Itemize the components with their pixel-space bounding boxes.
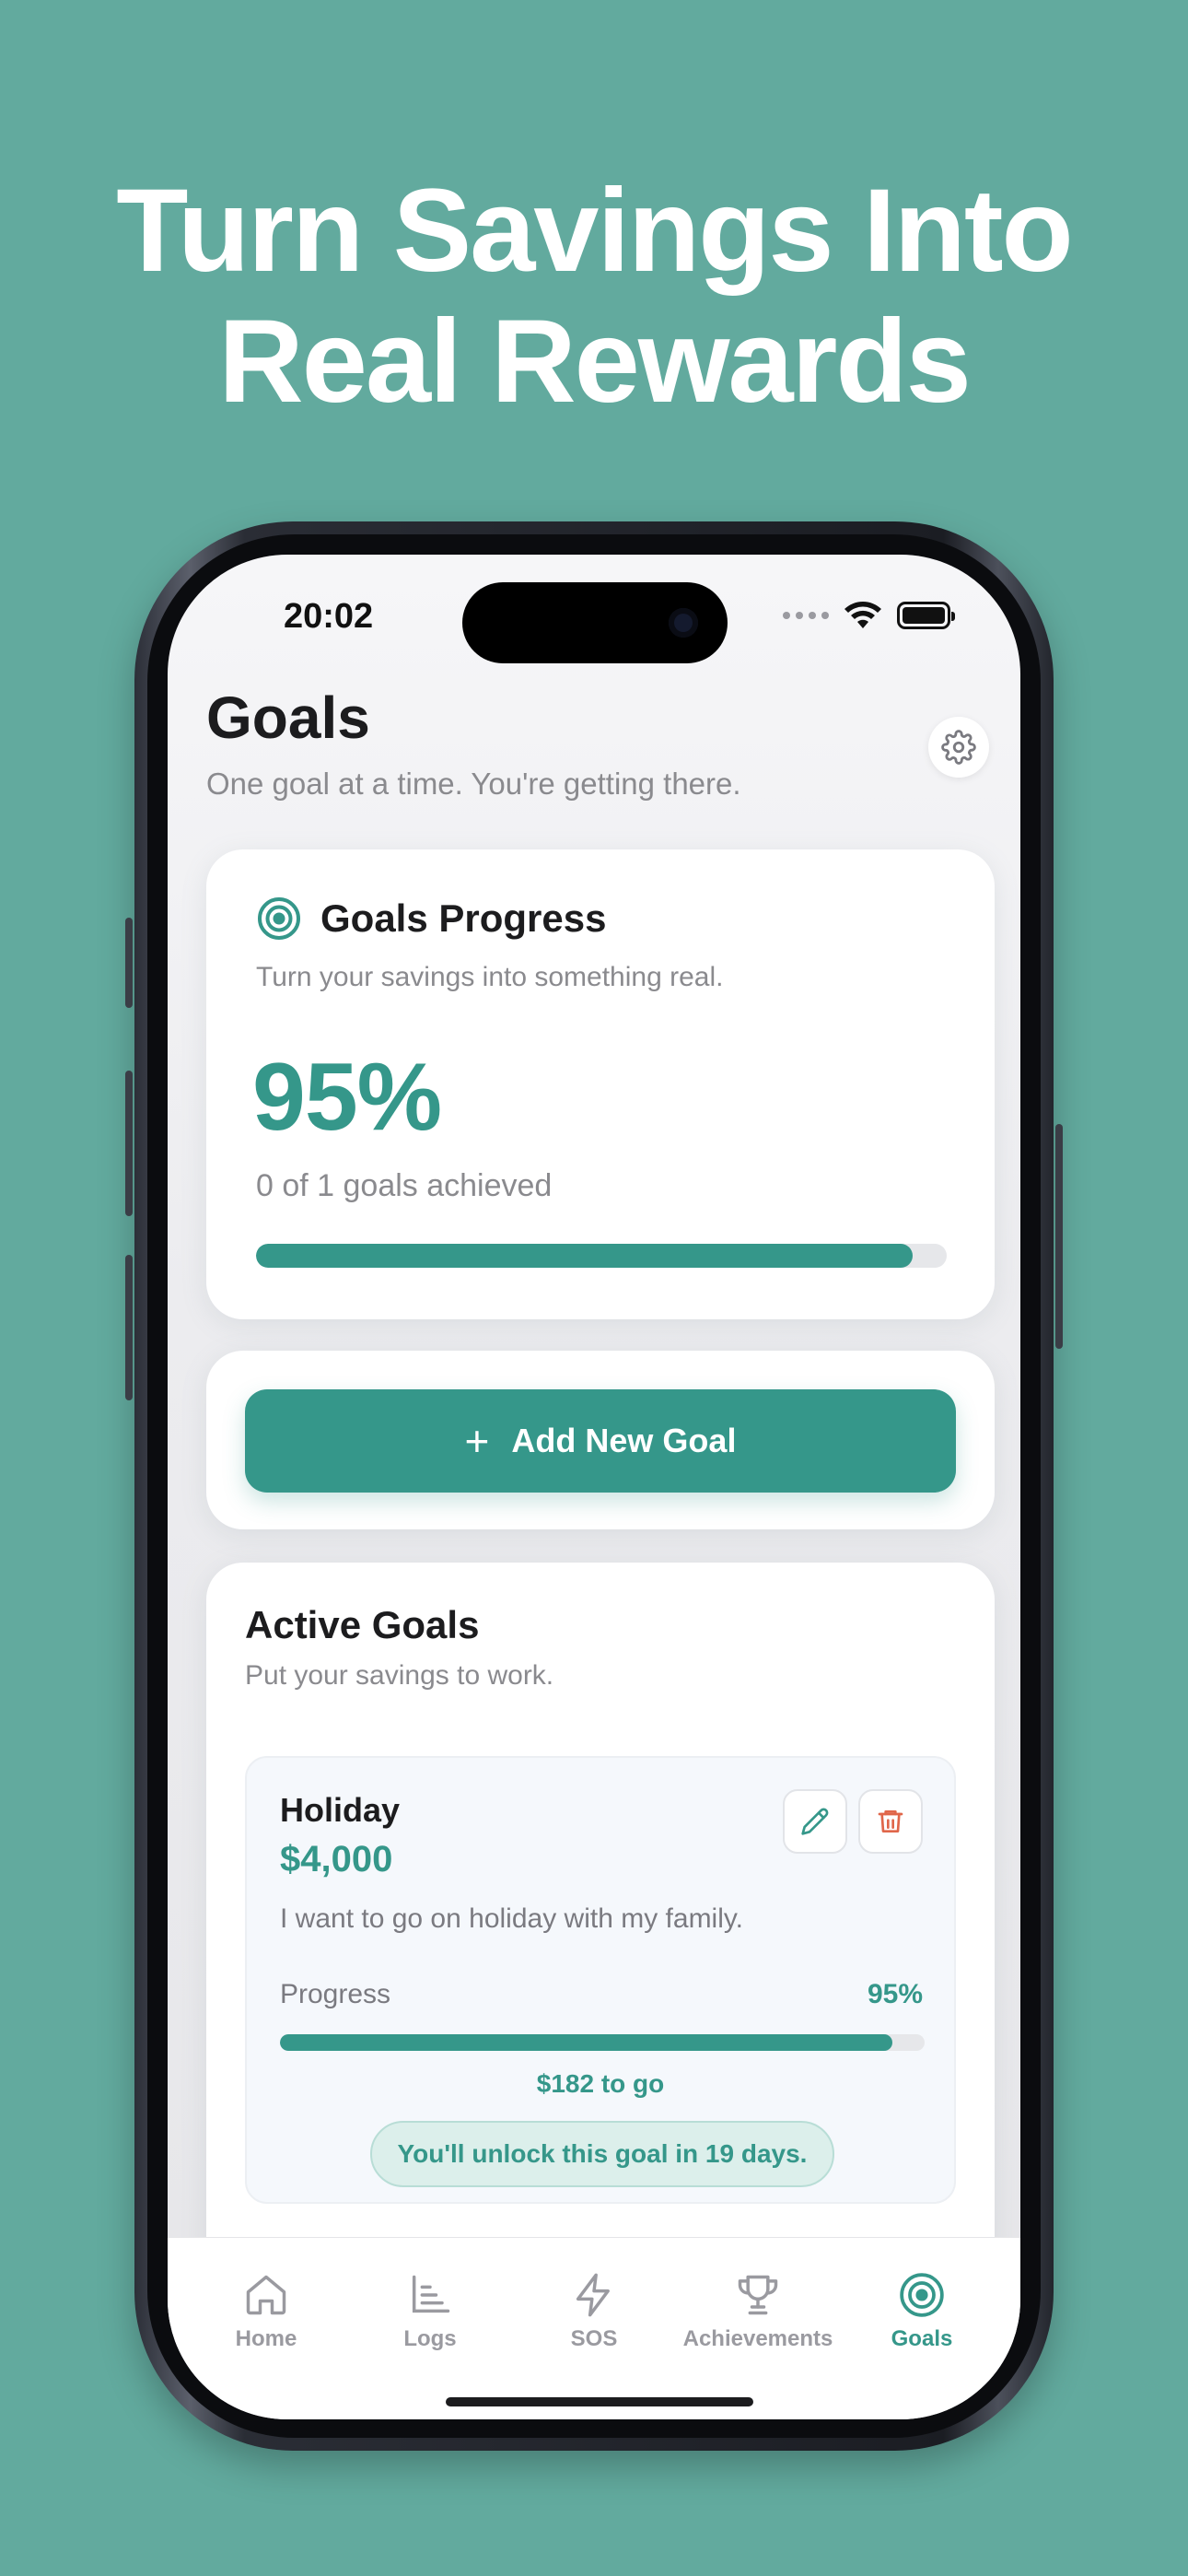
phone-screen: 20:02 Goals One goal at a time. You're g… bbox=[168, 555, 1020, 2419]
goal-progress-bar-fill bbox=[280, 2034, 892, 2051]
goals-progress-bar bbox=[256, 1244, 947, 1268]
plus-icon: + bbox=[464, 1417, 490, 1465]
headline-line-1: Turn Savings Into bbox=[116, 165, 1073, 297]
tab-logs[interactable]: Logs bbox=[348, 2238, 512, 2419]
settings-button[interactable] bbox=[928, 717, 989, 778]
dynamic-island bbox=[462, 582, 728, 663]
status-time: 20:02 bbox=[284, 597, 374, 636]
target-icon bbox=[900, 2273, 944, 2317]
headline-line-2: Real Rewards bbox=[218, 296, 972, 427]
add-new-goal-label: Add New Goal bbox=[511, 1422, 737, 1459]
pencil-icon bbox=[801, 1808, 829, 1835]
volume-down-button bbox=[125, 1255, 133, 1400]
goals-progress-bar-fill bbox=[256, 1244, 913, 1268]
page-title: Goals bbox=[206, 685, 370, 751]
tab-logs-label: Logs bbox=[403, 2326, 457, 2351]
goals-progress-subtitle: Turn your savings into something real. bbox=[256, 962, 724, 992]
goal-item[interactable]: Holiday $4,000 I want to go on holiday w… bbox=[245, 1756, 956, 2204]
chart-icon bbox=[412, 2275, 450, 2313]
edit-goal-button[interactable] bbox=[783, 1789, 847, 1854]
tab-sos[interactable]: SOS bbox=[512, 2238, 676, 2419]
goals-progress-header: Goals Progress bbox=[256, 896, 606, 942]
goal-unlock-badge: You'll unlock this goal in 19 days. bbox=[370, 2121, 834, 2187]
goals-progress-percent: 95% bbox=[252, 1044, 442, 1151]
delete-goal-button[interactable] bbox=[858, 1789, 923, 1854]
action-button bbox=[125, 918, 133, 1008]
signal-icon bbox=[783, 612, 829, 619]
goal-progress-value: 95% bbox=[867, 1979, 923, 2009]
goals-achieved-count: 0 of 1 goals achieved bbox=[256, 1168, 553, 1203]
volume-up-button bbox=[125, 1071, 133, 1216]
goal-description: I want to go on holiday with my family. bbox=[280, 1903, 743, 1934]
tab-sos-label: SOS bbox=[570, 2326, 618, 2351]
add-goal-card: + Add New Goal bbox=[206, 1351, 995, 1529]
camera-icon bbox=[669, 608, 698, 638]
status-icons bbox=[783, 601, 955, 630]
page-subtitle: One goal at a time. You're getting there… bbox=[206, 767, 741, 801]
tab-achievements-label: Achievements bbox=[682, 2326, 833, 2351]
active-goals-subtitle: Put your savings to work. bbox=[245, 1660, 554, 1691]
goal-name: Holiday bbox=[280, 1791, 401, 1829]
goals-progress-card: Goals Progress Turn your savings into so… bbox=[206, 849, 995, 1319]
wifi-icon bbox=[844, 602, 881, 628]
goal-amount: $4,000 bbox=[280, 1839, 393, 1879]
tab-achievements[interactable]: Achievements bbox=[676, 2238, 840, 2419]
tab-home[interactable]: Home bbox=[184, 2238, 348, 2419]
trophy-icon bbox=[738, 2275, 778, 2315]
trash-icon bbox=[878, 1810, 903, 1832]
power-button bbox=[1055, 1124, 1063, 1349]
tab-goals[interactable]: Goals bbox=[840, 2238, 1004, 2419]
home-indicator bbox=[446, 2397, 753, 2406]
target-icon bbox=[258, 897, 300, 940]
battery-icon bbox=[897, 602, 955, 629]
active-goals-title: Active Goals bbox=[245, 1603, 480, 1646]
tab-home-label: Home bbox=[235, 2326, 297, 2351]
home-icon bbox=[246, 2275, 286, 2315]
goal-progress-label: Progress bbox=[280, 1979, 391, 2009]
add-new-goal-button[interactable]: + Add New Goal bbox=[245, 1389, 956, 1493]
lightning-icon bbox=[576, 2273, 610, 2317]
goals-progress-title: Goals Progress bbox=[320, 896, 607, 940]
gear-icon bbox=[941, 730, 976, 765]
goal-amount-to-go: $182 to go bbox=[536, 2069, 665, 2098]
goal-progress-bar bbox=[280, 2034, 925, 2051]
marketing-headline: Turn Savings Into Real Rewards bbox=[0, 166, 1188, 427]
tab-bar: Home Logs SOS Achievements Goals bbox=[168, 2237, 1020, 2419]
tab-goals-label: Goals bbox=[891, 2326, 953, 2351]
